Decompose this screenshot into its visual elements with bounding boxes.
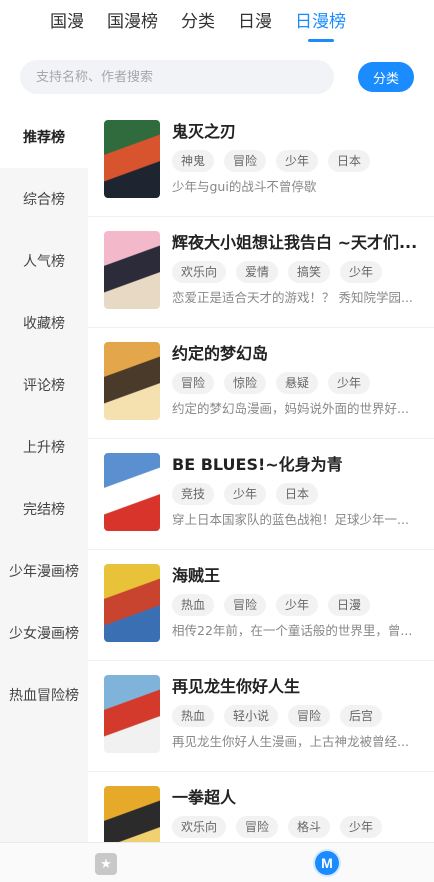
comic-description: 相传22年前，在一个童话般的世界里，曾...: [172, 623, 413, 638]
list-item[interactable]: 再见龙生你好人生 热血 轻小说 冒险 后宫 再见龙生你好人生漫画，上古神龙被曾经…: [88, 661, 434, 772]
comic-title: 再见龙生你好人生: [172, 677, 301, 696]
list-item[interactable]: 海贼王 热血 冒险 少年 日漫 相传22年前，在一个童话般的世界里，曾...: [88, 550, 434, 661]
comic-tag: 冒险: [172, 372, 215, 394]
comic-tag: 惊险: [224, 372, 267, 394]
bottom-nav-bar: ★ M: [0, 842, 434, 882]
comic-tag: 日本: [276, 483, 319, 505]
search-input[interactable]: [36, 69, 334, 85]
sidebar-item-overall[interactable]: 综合榜: [0, 168, 88, 230]
comic-tags: 热血 轻小说 冒险 后宫: [172, 705, 434, 727]
comic-cover: [104, 120, 160, 198]
sidebar-item-recommend[interactable]: 推荐榜: [0, 106, 88, 168]
comic-tag: 欢乐向: [172, 261, 227, 283]
list-item[interactable]: 鬼灭之刃 神鬼 冒险 少年 日本 少年与gui的战斗不曾停歇: [88, 106, 434, 217]
comic-description: 约定的梦幻岛漫画，妈妈说外面的世界好...: [172, 401, 409, 416]
comic-tag: 少年: [276, 594, 319, 616]
category-button[interactable]: 分类: [358, 62, 414, 92]
tab-guoman-rank[interactable]: 国漫榜: [107, 0, 158, 46]
comic-info: 鬼灭之刃 神鬼 冒险 少年 日本 少年与gui的战斗不曾停歇: [172, 120, 434, 216]
sidebar-item-shojo[interactable]: 少女漫画榜: [0, 602, 88, 664]
comic-tag: 神鬼: [172, 150, 215, 172]
star-square-icon[interactable]: ★: [95, 853, 117, 875]
tab-riman[interactable]: 日漫: [238, 0, 272, 46]
comic-description: 恋爱正是适合天才的游戏！？ 秀知院学园...: [172, 290, 413, 305]
comic-title: 海贼王: [172, 566, 221, 585]
comic-title: 约定的梦幻岛: [172, 344, 269, 363]
comic-tag: 搞笑: [288, 261, 331, 283]
sidebar-item-shonen[interactable]: 少年漫画榜: [0, 540, 88, 602]
comic-tags: 欢乐向 爱情 搞笑 少年: [172, 261, 434, 283]
comic-tag: 后宫: [340, 705, 383, 727]
comic-tag: 热血: [172, 705, 215, 727]
top-tab-bar: 国漫 国漫榜 分类 日漫 日漫榜: [0, 0, 434, 46]
comic-title: BE BLUES!~化身为青: [172, 455, 343, 474]
comic-tag: 日本: [328, 150, 371, 172]
comic-tag: 竞技: [172, 483, 215, 505]
comic-title: 鬼灭之刃: [172, 122, 237, 141]
list-item[interactable]: 约定的梦幻岛 冒险 惊险 悬疑 少年 约定的梦幻岛漫画，妈妈说外面的世界好...: [88, 328, 434, 439]
comic-tags: 冒险 惊险 悬疑 少年: [172, 372, 434, 394]
comic-tags: 竞技 少年 日本: [172, 483, 434, 505]
comic-tag: 欢乐向: [172, 816, 227, 838]
sidebar-item-favorites[interactable]: 收藏榜: [0, 292, 88, 354]
comic-tag: 日漫: [328, 594, 371, 616]
sidebar-item-comments[interactable]: 评论榜: [0, 354, 88, 416]
comic-tag: 轻小说: [224, 705, 279, 727]
m-circle-icon[interactable]: M: [315, 851, 339, 875]
comic-tag: 少年: [340, 816, 383, 838]
comic-tag: 少年: [340, 261, 383, 283]
search-box: [20, 60, 334, 94]
comic-info: 一拳超人 欢乐向 冒险 格斗 少年: [172, 786, 434, 842]
comic-cover: [104, 786, 160, 842]
comic-tag: 热血: [172, 594, 215, 616]
comic-info: 再见龙生你好人生 热血 轻小说 冒险 后宫 再见龙生你好人生漫画，上古神龙被曾经…: [172, 675, 434, 771]
comic-cover: [104, 675, 160, 753]
comic-tag: 爱情: [236, 261, 279, 283]
comic-info: BE BLUES!~化身为青 竞技 少年 日本 穿上日本国家队的蓝色战袍！足球少…: [172, 453, 434, 549]
search-row: 分类: [20, 60, 418, 94]
comic-cover: [104, 231, 160, 309]
sidebar-item-completed[interactable]: 完结榜: [0, 478, 88, 540]
list-item[interactable]: BE BLUES!~化身为青 竞技 少年 日本 穿上日本国家队的蓝色战袍！足球少…: [88, 439, 434, 550]
comic-cover: [104, 342, 160, 420]
comic-title: 辉夜大小姐想让我告白 ~天才们...: [172, 233, 418, 252]
tab-category[interactable]: 分类: [181, 0, 215, 46]
comic-tag: 冒险: [236, 816, 279, 838]
comic-description: 再见龙生你好人生漫画，上古神龙被曾经...: [172, 734, 409, 749]
comic-title: 一拳超人: [172, 788, 237, 807]
comic-tag: 冒险: [288, 705, 331, 727]
comic-info: 海贼王 热血 冒险 少年 日漫 相传22年前，在一个童话般的世界里，曾...: [172, 564, 434, 660]
tab-riman-rank[interactable]: 日漫榜: [295, 0, 346, 46]
comic-tags: 神鬼 冒险 少年 日本: [172, 150, 434, 172]
comic-tag: 少年: [276, 150, 319, 172]
comic-description: 穿上日本国家队的蓝色战袍！足球少年一...: [172, 512, 409, 527]
sidebar-item-popular[interactable]: 人气榜: [0, 230, 88, 292]
comic-info: 约定的梦幻岛 冒险 惊险 悬疑 少年 约定的梦幻岛漫画，妈妈说外面的世界好...: [172, 342, 434, 438]
comic-tag: 少年: [224, 483, 267, 505]
sidebar-item-action-adventure[interactable]: 热血冒险榜: [0, 664, 88, 726]
comic-tag: 冒险: [224, 150, 267, 172]
comic-cover: [104, 453, 160, 531]
comic-description: 少年与gui的战斗不曾停歇: [172, 179, 317, 194]
comic-tag: 格斗: [288, 816, 331, 838]
comic-tag: 少年: [328, 372, 371, 394]
comic-info: 辉夜大小姐想让我告白 ~天才们... 欢乐向 爱情 搞笑 少年 恋爱正是适合天才…: [172, 231, 434, 327]
comic-tags: 热血 冒险 少年 日漫: [172, 594, 434, 616]
comic-tags: 欢乐向 冒险 格斗 少年: [172, 816, 434, 838]
rank-sidebar: 推荐榜 综合榜 人气榜 收藏榜 评论榜 上升榜 完结榜 少年漫画榜 少女漫画榜 …: [0, 106, 88, 842]
list-item[interactable]: 辉夜大小姐想让我告白 ~天才们... 欢乐向 爱情 搞笑 少年 恋爱正是适合天才…: [88, 217, 434, 328]
comic-tag: 悬疑: [276, 372, 319, 394]
tab-guoman[interactable]: 国漫: [50, 0, 84, 46]
comic-list: 鬼灭之刃 神鬼 冒险 少年 日本 少年与gui的战斗不曾停歇 辉夜大小姐想让我告…: [88, 106, 434, 842]
comic-cover: [104, 564, 160, 642]
list-item[interactable]: 一拳超人 欢乐向 冒险 格斗 少年: [88, 772, 434, 842]
comic-tag: 冒险: [224, 594, 267, 616]
sidebar-item-rising[interactable]: 上升榜: [0, 416, 88, 478]
